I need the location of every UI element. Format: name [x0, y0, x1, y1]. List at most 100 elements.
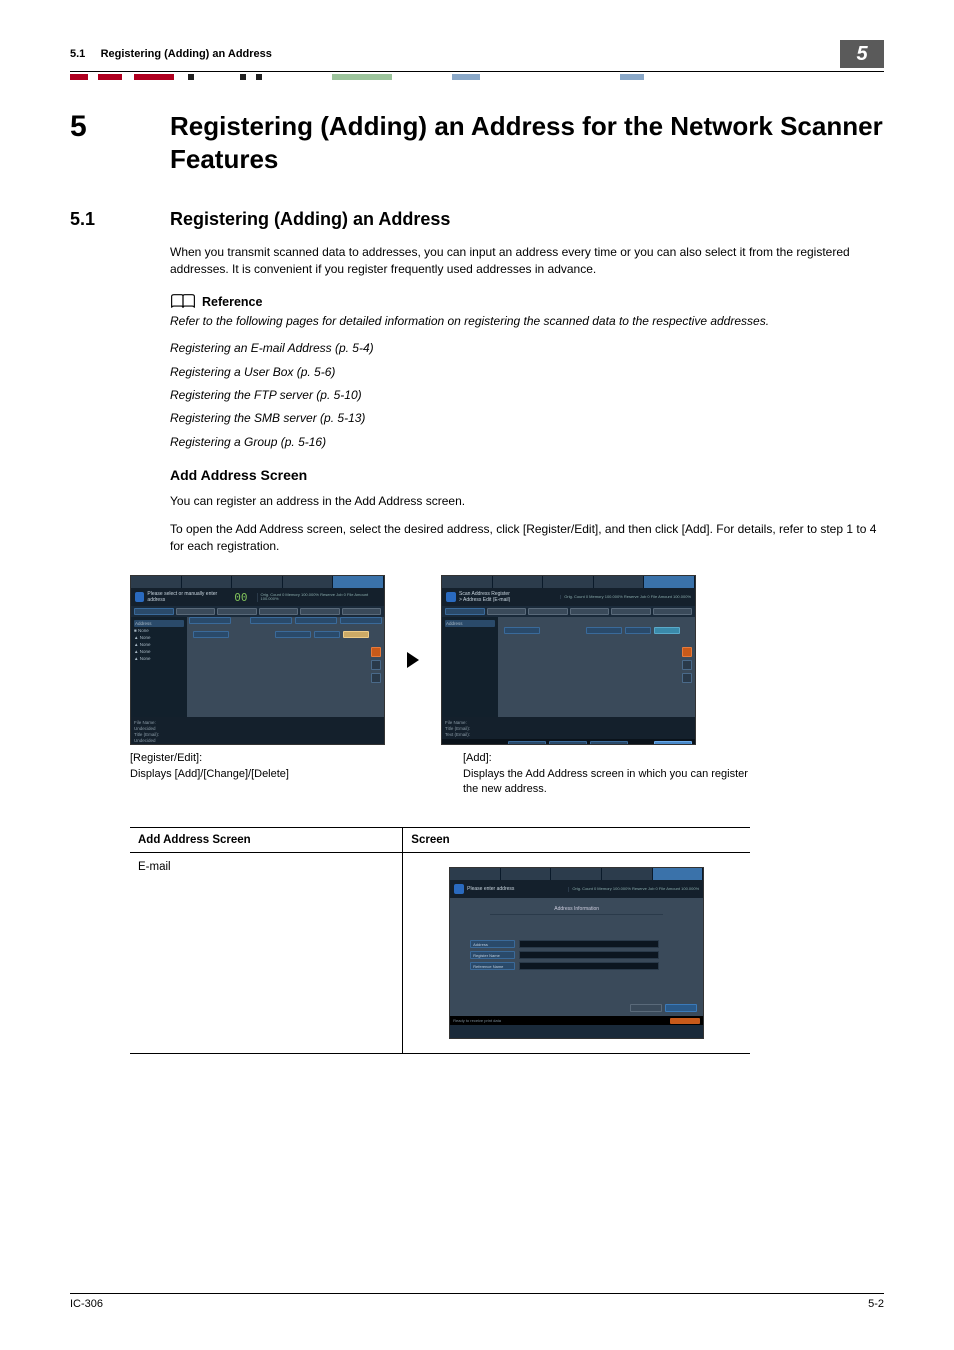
info-text-line2: > Address Edit (E-mail)	[459, 597, 510, 603]
return-button[interactable]	[654, 741, 692, 746]
footer-left: IC-306	[70, 1298, 103, 1310]
add-address-table: Add Address Screen Screen E-mail Please …	[130, 827, 884, 1054]
form-label-address: Address	[470, 940, 515, 948]
tab-button[interactable]	[487, 608, 527, 615]
decorative-color-bar	[70, 74, 884, 80]
sidebar-item[interactable]: Address	[134, 620, 184, 627]
cancel-button[interactable]	[630, 1004, 662, 1012]
address-sidebar: Address ■ None ▲ None ▲ None ▲ None ▲ No…	[131, 617, 187, 717]
reference-lead: Refer to the following pages for detaile…	[170, 313, 884, 330]
screenshot-row: Please select or manually enter address …	[130, 575, 884, 745]
header-rule	[70, 71, 884, 72]
action-button[interactable]	[250, 617, 292, 624]
reference-link: Registering a User Box (p. 5-6)	[170, 364, 884, 381]
footer-button[interactable]	[590, 741, 628, 746]
tab-button[interactable]	[300, 608, 340, 615]
form-label-reference-name: Reference Name	[470, 962, 515, 970]
tab-button[interactable]	[611, 608, 651, 615]
form-field-reference-name[interactable]	[519, 962, 659, 970]
chapter-number: 5	[70, 110, 170, 144]
filter-button[interactable]	[625, 627, 651, 634]
header-section-title: Registering (Adding) an Address	[101, 48, 272, 60]
footer-button[interactable]	[549, 741, 587, 746]
set-number-value: 00	[234, 591, 247, 604]
scroll-down-icon[interactable]	[371, 673, 381, 683]
reference-label: Reference	[202, 295, 262, 309]
add-button[interactable]	[654, 627, 680, 634]
meta-row: Text (Email):	[445, 731, 692, 737]
filter-button[interactable]	[586, 627, 622, 634]
reference-link: Registering a Group (p. 5-16)	[170, 434, 884, 451]
tab-button[interactable]	[528, 608, 568, 615]
tab-button[interactable]	[445, 608, 485, 615]
reference-link: Registering an E-mail Address (p. 5-4)	[170, 340, 884, 357]
table-header: Add Address Screen	[130, 828, 403, 853]
counter-stats: Orig. Count 0 Memory 100.000% Reserve Jo…	[560, 595, 691, 599]
form-field-address[interactable]	[519, 940, 659, 948]
section-title: Registering (Adding) an Address	[170, 209, 450, 230]
register-edit-button[interactable]	[343, 631, 369, 638]
screenshot-captions: [Register/Edit]: Displays [Add]/[Change]…	[130, 751, 884, 797]
book-icon	[170, 293, 196, 311]
scroll-down-icon[interactable]	[682, 673, 692, 683]
tab-button[interactable]	[342, 608, 382, 615]
tab-button[interactable]	[176, 608, 216, 615]
table-cell-label: E-mail	[130, 853, 403, 1054]
screenshot-register-edit: Please select or manually enter address …	[130, 575, 385, 745]
add-address-heading: Add Address Screen	[170, 467, 884, 483]
screenshot-add: Scan Address Register > Address Edit (E-…	[441, 575, 696, 745]
sidebar-item[interactable]: ▲ None	[134, 655, 184, 662]
action-button[interactable]	[340, 617, 382, 624]
form-label-register-name: Register Name	[470, 951, 515, 959]
scroll-icon[interactable]	[682, 647, 692, 657]
filter-button[interactable]	[314, 631, 340, 638]
form-field-register-name[interactable]	[519, 951, 659, 959]
add-address-p2: To open the Add Address screen, select t…	[170, 521, 884, 556]
running-header: 5.1 Registering (Adding) an Address 5	[70, 40, 884, 68]
sidebar-item[interactable]: ■ None	[134, 627, 184, 634]
tab-button[interactable]	[653, 608, 693, 615]
filter-button[interactable]	[504, 627, 540, 634]
header-section-num: 5.1	[70, 48, 85, 60]
sidebar-item[interactable]: ▲ None	[134, 641, 184, 648]
scroll-icon[interactable]	[371, 647, 381, 657]
footer-button[interactable]	[508, 741, 546, 746]
info-icon	[454, 884, 464, 894]
form-section-title: Address Information	[490, 906, 663, 915]
tab-button[interactable]	[217, 608, 257, 615]
chapter-badge: 5	[840, 40, 884, 68]
add-address-p1: You can register an address in the Add A…	[170, 493, 884, 510]
filter-button[interactable]	[193, 631, 229, 638]
scroll-up-icon[interactable]	[371, 660, 381, 670]
page-footer: IC-306 5-2	[70, 1293, 884, 1310]
status-text: Ready to receive print data	[453, 1018, 501, 1023]
filter-button[interactable]	[275, 631, 311, 638]
tab-button[interactable]	[570, 608, 610, 615]
chapter-heading: 5 Registering (Adding) an Address for th…	[70, 110, 884, 175]
counter-stats: Orig. Count 0 Memory 100.000% Reserve Jo…	[568, 887, 699, 891]
info-text: Please select or manually enter address	[147, 591, 231, 603]
status-badge	[670, 1018, 700, 1024]
sidebar-item[interactable]: Address	[445, 620, 495, 627]
section-number: 5.1	[70, 209, 170, 230]
intro-paragraph: When you transmit scanned data to addres…	[170, 244, 884, 279]
tab-button[interactable]	[134, 608, 174, 615]
counter-stats: Orig. Count 0 Memory 100.000% Reserve Jo…	[257, 593, 380, 602]
action-button[interactable]	[295, 617, 337, 624]
caption-title: [Register/Edit]:	[130, 751, 385, 766]
address-sidebar: Address	[442, 617, 498, 717]
meta-row: Undecided	[134, 737, 381, 743]
sidebar-item[interactable]: ▲ None	[134, 648, 184, 655]
screenshot-email-form: Please enter address Orig. Count 0 Memor…	[449, 867, 704, 1039]
reference-links: Registering an E-mail Address (p. 5-4) R…	[170, 340, 884, 451]
sidebar-item[interactable]: ▲ None	[134, 634, 184, 641]
scroll-up-icon[interactable]	[682, 660, 692, 670]
tab-button[interactable]	[259, 608, 299, 615]
ok-button[interactable]	[665, 1004, 697, 1012]
caption-body: Displays [Add]/[Change]/[Delete]	[130, 767, 385, 782]
action-button[interactable]	[189, 617, 231, 624]
caption-body: Displays the Add Address screen in which…	[463, 767, 753, 798]
info-icon	[135, 592, 144, 602]
table-cell-screen: Please enter address Orig. Count 0 Memor…	[403, 853, 750, 1054]
footer-right: 5-2	[868, 1298, 884, 1310]
